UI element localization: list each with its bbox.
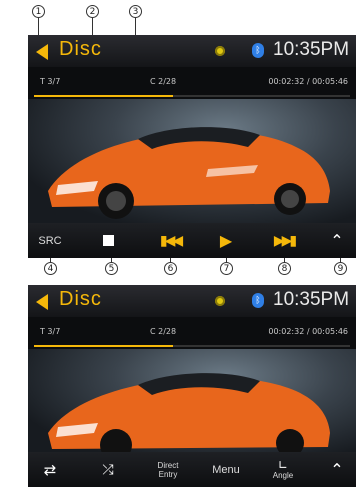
chapter-counter: C 2/28	[150, 77, 177, 86]
angle-label: Angle	[272, 471, 294, 480]
stop-button[interactable]	[90, 223, 126, 258]
angle-button[interactable]: ∟ Angle	[260, 452, 306, 487]
repeat-icon: ⇄	[43, 460, 57, 479]
menu-button[interactable]: Menu	[204, 452, 248, 487]
callout-2: 2	[86, 5, 99, 18]
callout-6: 6	[164, 262, 177, 275]
direct-entry-label: Direct Entry	[157, 460, 179, 479]
src-label: SRC	[38, 234, 62, 247]
playback-info-bar: T 3/7 C 2/28 00:02:32 / 00:05:46	[28, 317, 356, 349]
previous-button[interactable]: ▮◀◀	[150, 223, 190, 258]
next-button[interactable]: ▶▶▮	[264, 223, 304, 258]
progress-bar[interactable]	[34, 345, 350, 347]
callout-5: 5	[105, 262, 118, 275]
shuffle-icon: ⤮	[102, 461, 114, 478]
callout-9: 9	[334, 262, 347, 275]
title-bar: Disc ᛒ 10:35PM	[28, 285, 356, 317]
car-image	[48, 373, 330, 461]
car-image	[48, 127, 330, 219]
callout-1: 1	[32, 5, 45, 18]
source-title: Disc	[59, 288, 102, 310]
repeat-button[interactable]: ⇄	[32, 452, 68, 487]
progress-bar[interactable]	[34, 95, 350, 97]
chapter-counter: C 2/28	[150, 327, 177, 336]
back-arrow-icon[interactable]	[36, 44, 48, 60]
progress-fill	[34, 95, 174, 97]
play-icon: ▶	[219, 231, 233, 250]
elapsed-total-time: 00:02:32 / 00:05:46	[268, 327, 348, 336]
skip-back-icon: ▮◀◀	[159, 232, 183, 249]
bluetooth-icon: ᛒ	[252, 293, 264, 308]
callout-8: 8	[278, 262, 291, 275]
control-bar: SRC ▮◀◀ ▶ ▶▶▮ ⌃	[28, 223, 356, 258]
expand-button[interactable]: ⌃	[320, 452, 354, 487]
expand-button[interactable]: ⌃	[320, 223, 354, 258]
disc-indicator-icon	[215, 296, 225, 306]
video-frame	[28, 349, 356, 461]
direct-entry-button[interactable]: Direct Entry	[146, 452, 190, 487]
screen-disc-secondary: Disc ᛒ 10:35PM T 3/7 C 2/28 00:02:32 / 0…	[28, 285, 356, 487]
skip-forward-icon: ▶▶▮	[273, 232, 297, 249]
disc-indicator-icon	[215, 46, 225, 56]
screen-disc-primary: Disc ᛒ 10:35PM T 3/7 C 2/28 00:02:32 / 0…	[28, 35, 356, 258]
angle-icon: ∟	[277, 458, 289, 472]
track-counter: T 3/7	[40, 77, 61, 86]
callout-4: 4	[44, 262, 57, 275]
progress-fill	[34, 345, 174, 347]
source-title: Disc	[59, 38, 102, 60]
menu-label: Menu	[212, 463, 240, 476]
video-frame	[28, 99, 356, 223]
stop-icon	[102, 235, 114, 246]
back-arrow-icon[interactable]	[36, 294, 48, 310]
playback-info-bar: T 3/7 C 2/28 00:02:32 / 00:05:46	[28, 67, 356, 99]
callout-3: 3	[129, 5, 142, 18]
chevron-up-icon: ⌃	[330, 460, 344, 479]
clock: 10:35PM	[273, 39, 350, 60]
callout-7: 7	[220, 262, 233, 275]
play-button[interactable]: ▶	[206, 223, 246, 258]
clock: 10:35PM	[273, 289, 350, 310]
bluetooth-icon: ᛒ	[252, 43, 264, 58]
shuffle-button[interactable]: ⤮	[90, 452, 126, 487]
track-counter: T 3/7	[40, 327, 61, 336]
elapsed-total-time: 00:02:32 / 00:05:46	[268, 77, 348, 86]
src-button[interactable]: SRC	[32, 223, 68, 258]
chevron-up-icon: ⌃	[330, 231, 344, 250]
control-bar: ⇄ ⤮ Direct Entry Menu ∟ Angle ⌃	[28, 452, 356, 487]
title-bar: Disc ᛒ 10:35PM	[28, 35, 356, 67]
